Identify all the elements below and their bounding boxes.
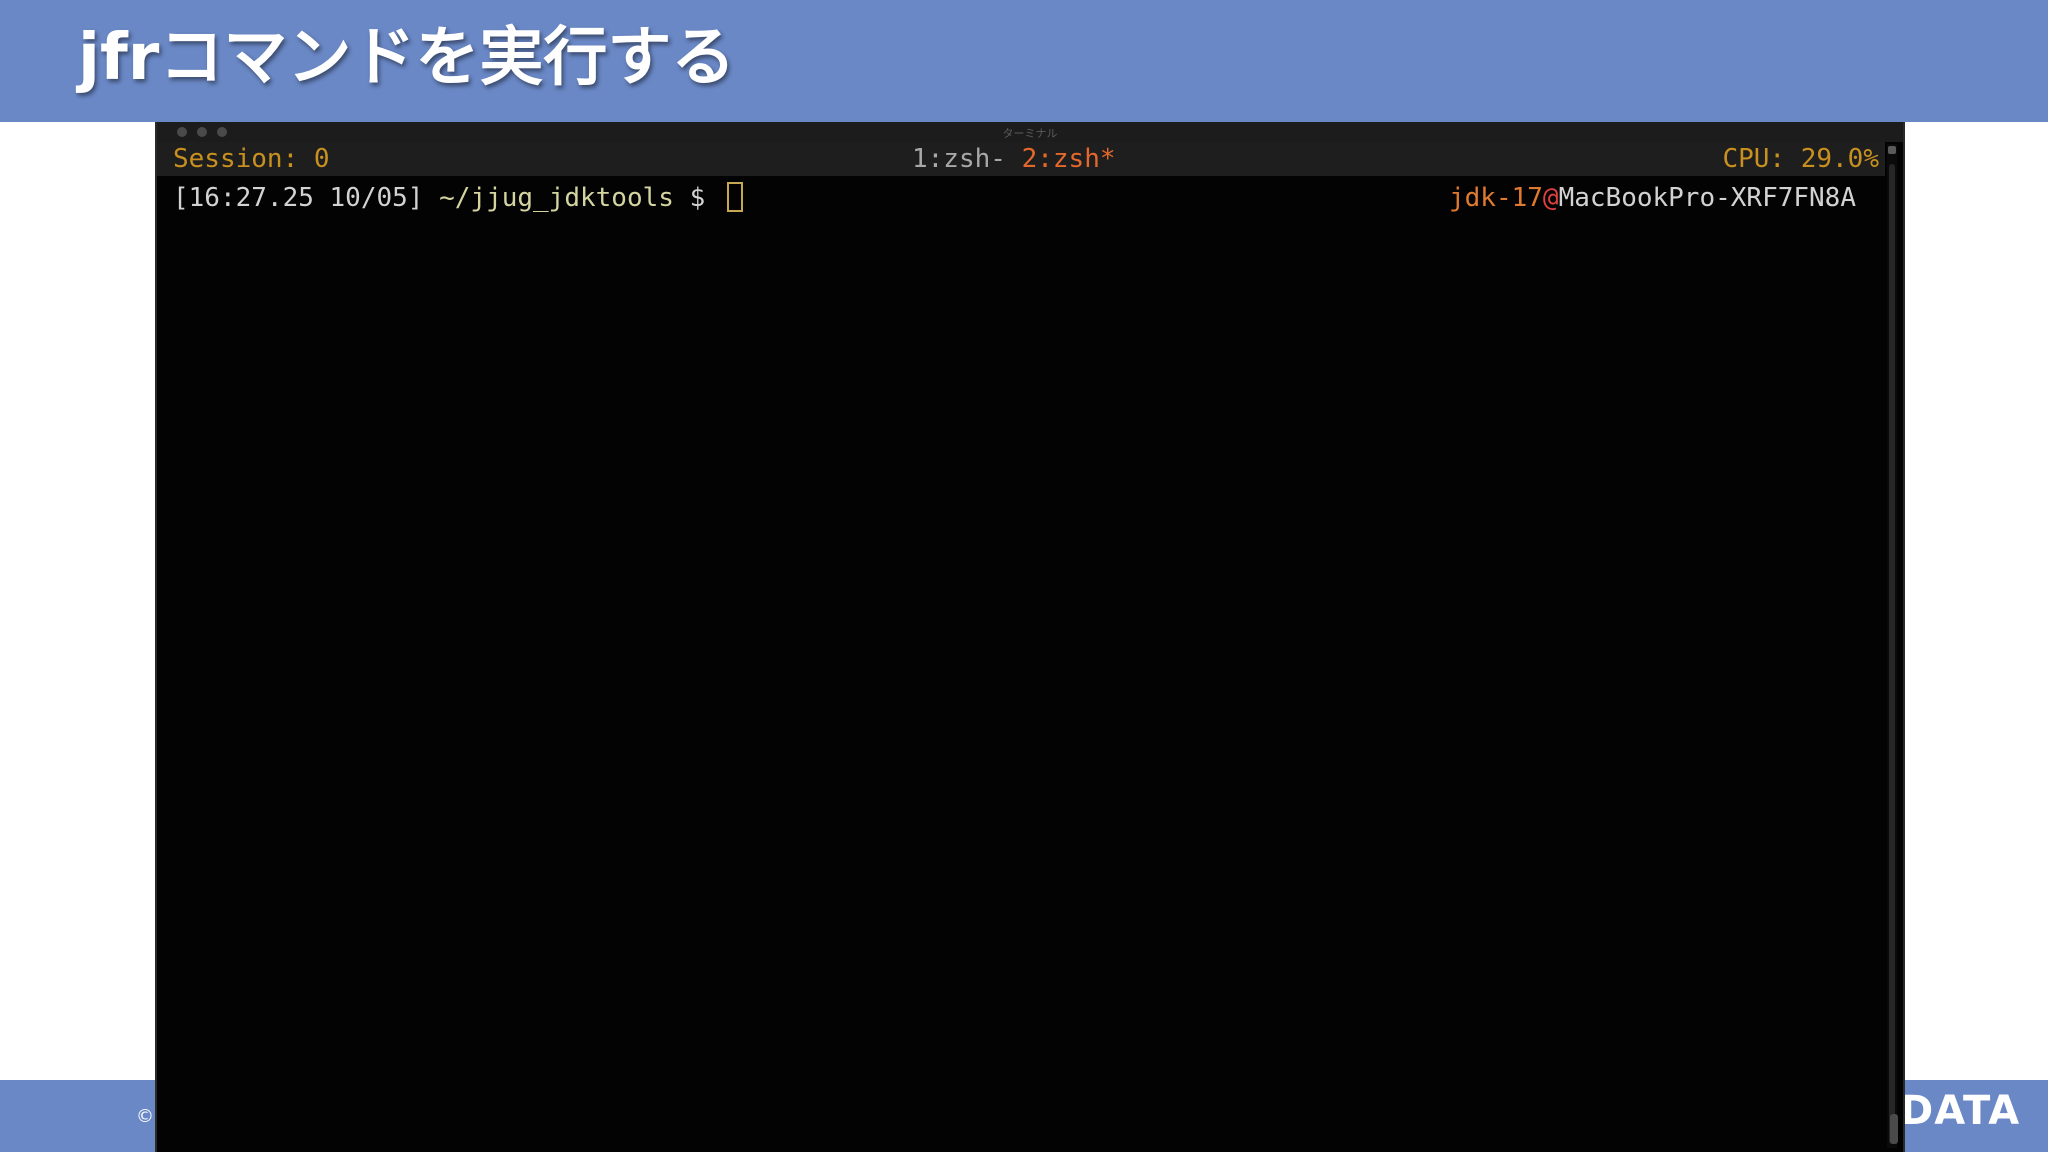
copyright-icon: © <box>136 1106 154 1127</box>
cpu-usage: CPU: 29.0% <box>1722 144 1879 174</box>
tab-zsh-2[interactable]: 2:zsh* <box>1022 144 1116 174</box>
hostname: MacBookPro-XRF7FN8A <box>1558 183 1856 213</box>
terminal-window[interactable]: ターミナル Session: 0 1:zsh- 2:zsh* CPU: 29.0… <box>155 122 1905 1152</box>
text-cursor[interactable] <box>726 182 743 212</box>
at-sign: @ <box>1542 183 1559 213</box>
shell-prompt[interactable]: [16:27.25 10/05] ~/jjug_jdktools $ jdk-1… <box>173 178 1873 218</box>
window-titlebar[interactable]: ターミナル <box>157 122 1903 142</box>
scrollbar-top-button[interactable] <box>1888 146 1896 154</box>
prompt-timestamp: [16:27.25 10/05] <box>173 183 424 213</box>
host-info: jdk-17@MacBookPro-XRF7FN8A <box>1449 178 1856 218</box>
slide-header: jfrコマンドを実行する <box>0 0 2048 122</box>
jdk-version: jdk-17 <box>1449 183 1543 213</box>
window-title: ターミナル <box>1002 127 1058 140</box>
footer-logo: DATA <box>1900 1088 2021 1134</box>
scrollbar-track[interactable] <box>1889 164 1898 1144</box>
scrollbar-thumb[interactable] <box>1890 1114 1898 1144</box>
prompt-symbol: $ <box>689 183 706 213</box>
scrollbar[interactable] <box>1887 144 1898 1148</box>
prompt-path: ~/jjug_jdktools <box>439 183 674 213</box>
window-tabs: 1:zsh- 2:zsh* <box>912 142 1116 176</box>
tab-zsh-1[interactable]: 1:zsh- <box>912 144 1006 174</box>
session-label: Session: 0 <box>173 144 330 174</box>
tmux-status-bar: Session: 0 1:zsh- 2:zsh* CPU: 29.0% <box>157 142 1885 176</box>
slide-title: jfrコマンドを実行する <box>78 21 736 95</box>
